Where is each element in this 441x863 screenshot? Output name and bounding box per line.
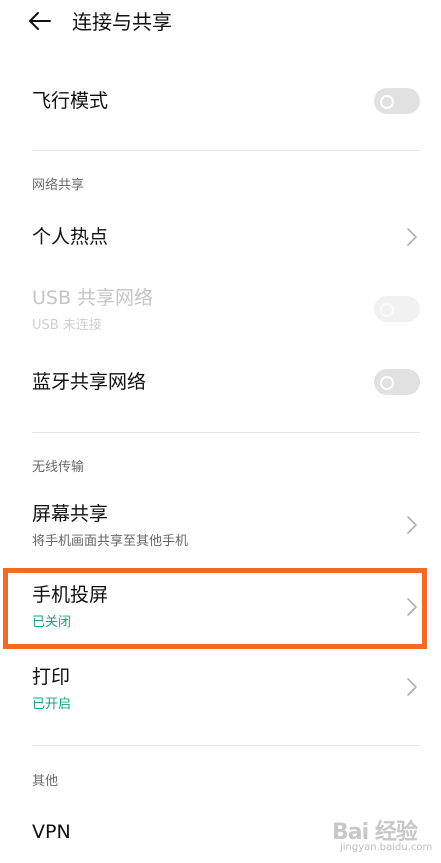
page-title: 连接与共享	[72, 10, 172, 34]
airplane-mode-label: 飞行模式	[32, 90, 109, 112]
chevron-right-icon	[407, 228, 417, 246]
bluetooth-share-label: 蓝牙共享网络	[32, 371, 147, 393]
vpn-label: VPN	[32, 821, 71, 843]
divider	[32, 150, 420, 151]
toggle-knob-icon	[380, 95, 394, 109]
settings-page: 连接与共享 飞行模式 网络共享 个人热点 USB 共享网络 USB 未连接 蓝牙…	[0, 0, 441, 863]
print-status: 已开启	[32, 697, 72, 712]
screen-share-desc: 将手机画面共享至其他手机	[32, 534, 189, 549]
section-title-other: 其他	[32, 774, 59, 789]
airplane-mode-row[interactable]: 飞行模式	[0, 74, 441, 128]
airplane-mode-toggle[interactable]	[374, 88, 420, 114]
usb-share-label: USB 共享网络	[32, 287, 154, 309]
section-title-wireless: 无线传输	[32, 460, 85, 475]
usb-share-status: USB 未连接	[32, 318, 102, 333]
bluetooth-share-row[interactable]: 蓝牙共享网络	[0, 357, 441, 407]
toggle-knob-icon	[380, 376, 394, 390]
toggle-knob-icon	[380, 303, 394, 317]
usb-share-row: USB 共享网络 USB 未连接	[0, 282, 441, 338]
back-arrow-icon	[29, 12, 51, 30]
back-button[interactable]	[26, 7, 54, 35]
print-label: 打印	[32, 666, 71, 688]
bluetooth-share-toggle[interactable]	[374, 369, 420, 395]
hotspot-row[interactable]: 个人热点	[0, 212, 441, 262]
divider	[32, 745, 420, 746]
screen-share-label: 屏幕共享	[32, 503, 109, 525]
header: 连接与共享	[0, 0, 441, 44]
divider	[32, 432, 420, 433]
highlight-box	[3, 568, 427, 649]
chevron-right-icon	[407, 678, 417, 696]
usb-share-toggle	[374, 296, 420, 322]
watermark-url: jingyan.baidu.com	[340, 842, 433, 853]
baidu-watermark-logo: Bai 经验 jingyan.baidu.com	[322, 808, 438, 860]
section-title-network-share: 网络共享	[32, 178, 85, 193]
chevron-right-icon	[407, 516, 417, 534]
print-row[interactable]: 打印 已开启	[0, 662, 441, 718]
hotspot-label: 个人热点	[32, 226, 109, 248]
screen-share-row[interactable]: 屏幕共享 将手机画面共享至其他手机	[0, 500, 441, 556]
